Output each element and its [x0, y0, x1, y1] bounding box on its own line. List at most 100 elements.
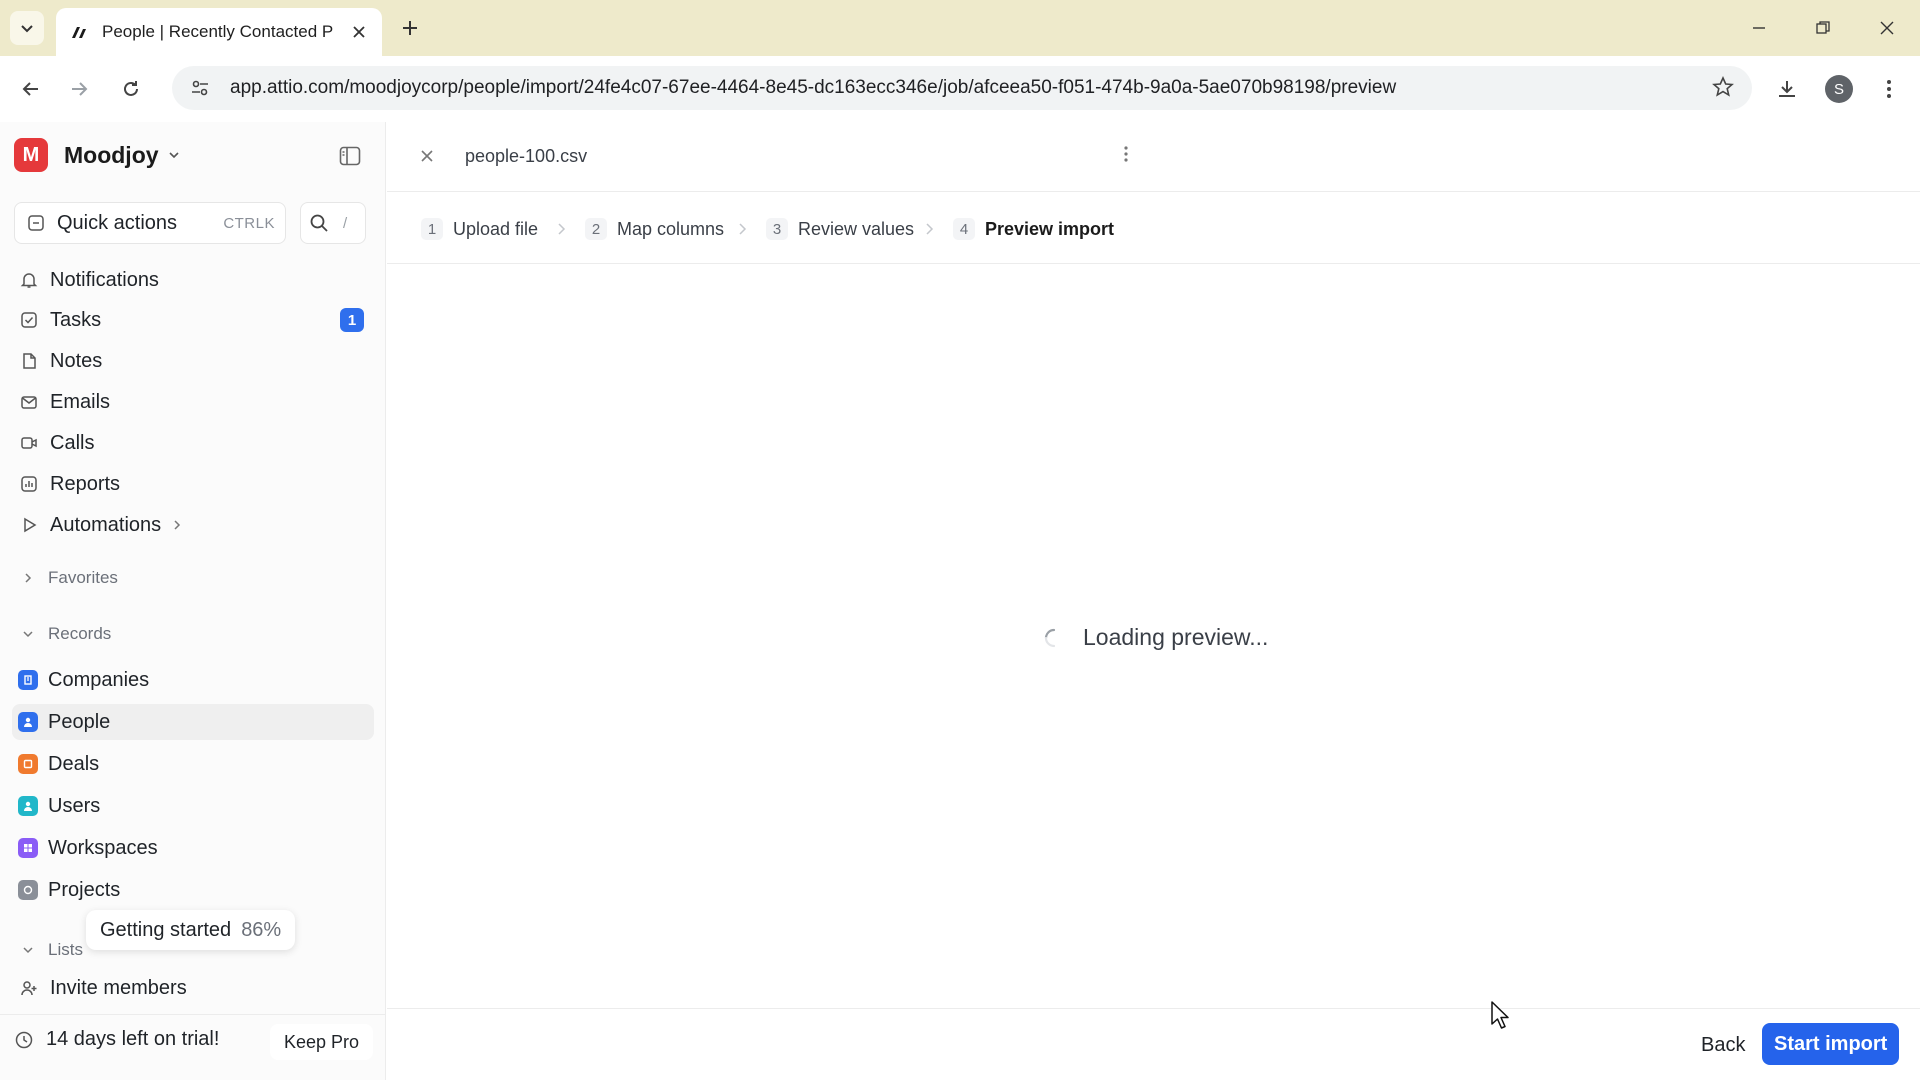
chevron-down-icon — [168, 152, 179, 159]
step-map-columns[interactable]: 2 Map columns — [585, 218, 724, 240]
nav-automations[interactable]: Automations — [18, 507, 368, 543]
getting-started-progress: 86% — [241, 918, 282, 941]
bell-icon — [18, 269, 40, 291]
step-label: Preview import — [985, 218, 1115, 239]
new-tab-button[interactable] — [396, 14, 424, 42]
nav-label: Users — [48, 794, 101, 817]
step-number: 2 — [585, 218, 607, 240]
browser-menu-button[interactable] — [1872, 72, 1906, 106]
close-window-button[interactable] — [1872, 14, 1902, 42]
sidebar-item-projects[interactable]: Projects — [18, 872, 368, 908]
command-icon — [28, 215, 44, 231]
step-upload-file[interactable]: 1 Upload file — [421, 218, 538, 240]
nav-label: Tasks — [50, 308, 102, 331]
forward-nav-button[interactable] — [62, 72, 96, 106]
tab-search-button[interactable] — [10, 11, 44, 45]
minimize-icon — [1753, 27, 1765, 29]
minimize-button[interactable] — [1744, 14, 1774, 42]
mail-icon — [18, 391, 40, 413]
restore-button[interactable] — [1808, 14, 1838, 42]
nav-label: Projects — [48, 878, 121, 901]
chevron-right-icon — [739, 223, 747, 235]
sidebar-item-companies[interactable]: Companies — [18, 662, 368, 698]
getting-started-widget[interactable]: Getting started 86% — [86, 910, 296, 950]
import-footer: Back Start import — [387, 1008, 1920, 1080]
companies-icon — [18, 670, 38, 690]
tab-close-icon[interactable] — [348, 21, 370, 43]
collapse-sidebar-button[interactable] — [338, 144, 362, 168]
sidebar-item-workspaces[interactable]: Workspaces — [18, 830, 368, 866]
invite-members-button[interactable]: Invite members — [18, 970, 368, 1006]
site-info-icon[interactable] — [188, 76, 212, 100]
nav-notes[interactable]: Notes — [18, 343, 368, 379]
mouse-cursor-icon — [1491, 1001, 1509, 1029]
nav-notifications[interactable]: Notifications — [18, 262, 368, 298]
chevron-down-icon — [21, 25, 33, 33]
chevron-down-icon — [23, 631, 33, 638]
import-more-options-button[interactable] — [1123, 144, 1129, 164]
sidebar-item-people[interactable]: People — [12, 704, 374, 740]
checkbox-icon — [18, 309, 40, 331]
workspace-logo: M — [14, 138, 48, 172]
reload-button[interactable] — [114, 72, 148, 106]
records-label: Records — [48, 624, 112, 643]
tab-title: People | Recently Contacted People — [102, 22, 334, 41]
favorites-section-toggle[interactable]: Favorites — [22, 564, 118, 592]
import-filename: people-100.csv — [465, 146, 588, 166]
clock-icon — [15, 1031, 33, 1048]
start-import-button[interactable]: Start import — [1762, 1023, 1900, 1065]
plus-icon — [403, 21, 417, 35]
url-text[interactable]: app.attio.com/moodjoycorp/people/import/… — [230, 77, 1396, 99]
workspace-switcher[interactable]: M Moodjoy — [14, 138, 181, 172]
quick-actions-button[interactable]: Quick actions CTRLK — [14, 202, 286, 244]
records-section-toggle[interactable]: Records — [22, 620, 111, 648]
arrow-right-icon — [72, 82, 88, 96]
sidebar-item-deals[interactable]: Deals — [18, 746, 368, 782]
workspaces-icon — [18, 838, 38, 858]
bookmark-star-icon[interactable] — [1712, 76, 1734, 98]
avatar: S — [1825, 75, 1853, 103]
sidebar-divider — [0, 1014, 386, 1015]
step-preview-import[interactable]: 4 Preview import — [953, 218, 1114, 240]
sidebar: M Moodjoy Quick actions CTRLK / Notifica… — [0, 122, 386, 1080]
loading-indicator: Loading preview... — [1043, 624, 1268, 651]
tasks-count-badge: 1 — [340, 308, 364, 332]
nav-label: Emails — [50, 390, 111, 413]
address-bar[interactable]: app.attio.com/moodjoycorp/people/import/… — [172, 66, 1752, 110]
step-review-values[interactable]: 3 Review values — [766, 218, 914, 240]
nav-tasks[interactable]: Tasks 1 — [18, 302, 368, 338]
more-vertical-icon — [1887, 80, 1891, 98]
getting-started-label: Getting started — [100, 918, 232, 941]
sidebar-item-users[interactable]: Users — [18, 788, 368, 824]
quick-actions-shortcut: CTRLK — [223, 214, 275, 232]
nav-label: People — [48, 710, 111, 733]
back-nav-button[interactable] — [14, 72, 48, 106]
more-vertical-icon — [1124, 146, 1128, 162]
projects-icon — [18, 880, 38, 900]
spinner-icon — [1044, 628, 1056, 647]
nav-emails[interactable]: Emails — [18, 384, 368, 420]
browser-tab-active[interactable]: People | Recently Contacted People — [56, 8, 382, 56]
keep-pro-button[interactable]: Keep Pro — [270, 1024, 374, 1060]
lists-section-toggle[interactable]: Lists — [22, 936, 83, 964]
step-label: Map columns — [617, 218, 725, 239]
import-panel: people-100.csv 1 Upload file 2 Map colum… — [387, 122, 1920, 1080]
nav-label: Companies — [48, 668, 150, 691]
downloads-button[interactable] — [1770, 72, 1804, 106]
close-import-button[interactable] — [417, 146, 437, 166]
profile-button[interactable]: S — [1822, 72, 1856, 106]
deals-icon — [18, 754, 38, 774]
play-icon — [18, 514, 40, 536]
nav-reports[interactable]: Reports — [18, 466, 368, 502]
back-button[interactable]: Back — [1687, 1025, 1760, 1065]
nav-calls[interactable]: Calls — [18, 425, 368, 461]
attio-favicon-icon — [72, 27, 86, 38]
favorites-label: Favorites — [48, 568, 118, 587]
sidebar-toggle-icon — [339, 146, 361, 166]
nav-label: Deals — [48, 752, 100, 775]
video-icon — [18, 432, 40, 454]
search-button[interactable]: / — [300, 202, 366, 244]
step-number: 4 — [953, 218, 975, 240]
step-number: 1 — [421, 218, 443, 240]
chevron-right-icon — [558, 223, 566, 235]
